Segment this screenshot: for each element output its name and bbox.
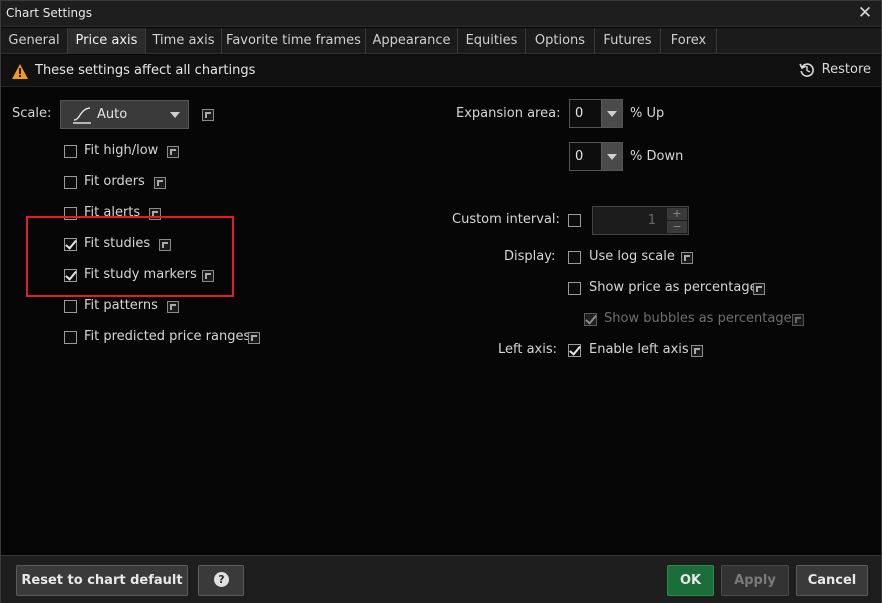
- close-icon[interactable]: ✕: [857, 4, 873, 22]
- highlight-annotation: [26, 216, 234, 297]
- plus-icon[interactable]: +: [667, 208, 687, 220]
- help-link-icon[interactable]: [792, 314, 804, 326]
- footer-bar: Reset to chart default ? OK Apply Cancel: [1, 555, 881, 603]
- window-title: Chart Settings: [6, 6, 93, 20]
- tab-appearance[interactable]: Appearance: [366, 28, 458, 54]
- tab-equities[interactable]: Equities: [458, 28, 526, 54]
- expansion-up-value: 0: [575, 106, 584, 121]
- help-link-icon[interactable]: [154, 177, 166, 189]
- help-link-icon[interactable]: [681, 252, 693, 264]
- expansion-up-stepper[interactable]: 0: [569, 99, 623, 128]
- expansion-down-value: 0: [575, 149, 584, 164]
- help-link-icon[interactable]: [167, 301, 179, 313]
- help-link-icon[interactable]: [691, 345, 703, 357]
- fit-patterns-checkbox[interactable]: [64, 300, 77, 313]
- restore-icon: [798, 63, 814, 77]
- title-bar: Chart Settings ✕: [1, 1, 881, 27]
- custom-interval-checkbox[interactable]: [568, 214, 581, 227]
- fit-predicted-price-ranges-checkbox[interactable]: [64, 331, 77, 344]
- ok-button[interactable]: OK: [667, 565, 714, 596]
- chevron-down-icon: [170, 112, 180, 118]
- notice-text: These settings affect all chartings: [35, 63, 256, 78]
- tab-forex[interactable]: Forex: [661, 28, 717, 54]
- help-link-icon[interactable]: [753, 283, 765, 295]
- question-icon: ?: [214, 572, 229, 587]
- expansion-area-label: Expansion area:: [456, 106, 561, 121]
- apply-button[interactable]: Apply: [721, 565, 789, 596]
- auto-scale-icon: [73, 107, 91, 124]
- cancel-button[interactable]: Cancel: [796, 565, 868, 596]
- tab-favorite-time-frames[interactable]: Favorite time frames: [222, 28, 366, 54]
- fit-high-low-checkbox[interactable]: [64, 145, 77, 158]
- fit-predicted-price-ranges-label: Fit predicted price ranges: [84, 329, 251, 344]
- restore-button[interactable]: Restore: [798, 61, 871, 81]
- expansion-down-unit: % Down: [630, 149, 684, 164]
- left-axis-label: Left axis:: [498, 342, 558, 357]
- show-price-percentage-checkbox[interactable]: [568, 282, 581, 295]
- enable-left-axis-label: Enable left axis: [589, 342, 689, 357]
- fit-high-low-label: Fit high/low: [84, 143, 159, 158]
- tab-price-axis[interactable]: Price axis: [68, 28, 146, 54]
- fit-orders-label: Fit orders: [84, 174, 145, 189]
- fit-orders-checkbox[interactable]: [64, 176, 77, 189]
- chart-settings-window: Chart Settings ✕ General Price axis Time…: [0, 0, 882, 603]
- reset-to-chart-default-button[interactable]: Reset to chart default: [16, 565, 188, 596]
- tab-options[interactable]: Options: [526, 28, 595, 54]
- fit-patterns-label: Fit patterns: [84, 298, 158, 313]
- help-link-icon[interactable]: [248, 332, 260, 344]
- expansion-down-stepper[interactable]: 0: [569, 142, 623, 171]
- restore-label: Restore: [821, 62, 871, 77]
- scale-value: Auto: [97, 107, 128, 122]
- expansion-up-unit: % Up: [630, 106, 665, 121]
- custom-interval-label: Custom interval:: [452, 212, 560, 227]
- custom-interval-value: 1: [647, 213, 656, 228]
- custom-interval-input[interactable]: 1 + −: [592, 206, 689, 235]
- help-link-icon[interactable]: [202, 109, 214, 121]
- show-bubbles-percentage-checkbox: [584, 313, 597, 326]
- scale-label: Scale:: [12, 106, 52, 121]
- display-label: Display:: [504, 249, 556, 264]
- help-link-icon[interactable]: [167, 146, 179, 158]
- use-log-scale-label: Use log scale: [589, 249, 675, 264]
- warning-icon: [12, 64, 28, 79]
- use-log-scale-checkbox[interactable]: [568, 251, 581, 264]
- tab-bar: General Price axis Time axis Favorite ti…: [1, 28, 881, 54]
- chevron-down-icon[interactable]: [601, 100, 622, 127]
- notice-bar: These settings affect all chartings Rest…: [1, 55, 881, 87]
- enable-left-axis-checkbox[interactable]: [568, 344, 581, 357]
- show-price-percentage-label: Show price as percentage: [589, 280, 758, 295]
- show-bubbles-percentage-label: Show bubbles as percentage: [604, 311, 792, 326]
- chevron-down-icon[interactable]: [601, 143, 622, 170]
- minus-icon[interactable]: −: [667, 221, 687, 233]
- tab-time-axis[interactable]: Time axis: [146, 28, 222, 54]
- tab-general[interactable]: General: [1, 28, 68, 54]
- tab-futures[interactable]: Futures: [595, 28, 661, 54]
- help-button[interactable]: ?: [198, 565, 244, 596]
- scale-dropdown[interactable]: Auto: [60, 100, 189, 129]
